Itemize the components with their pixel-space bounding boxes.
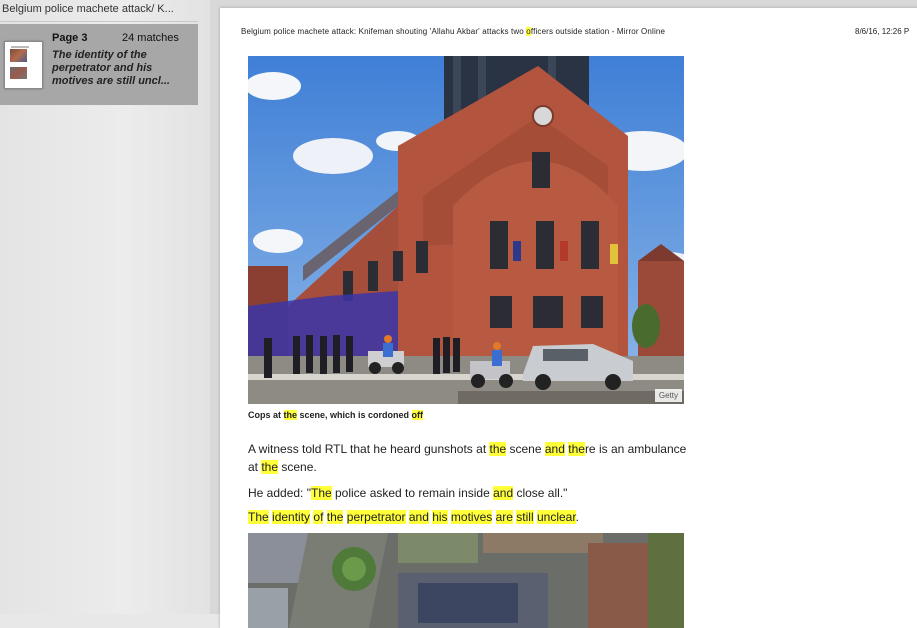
search-highlight: still <box>516 510 534 524</box>
divider <box>0 21 198 22</box>
search-sidebar: Belgium police machete attack/ K... Page… <box>0 0 211 614</box>
page-header-date: 8/6/16, 12:26 P <box>855 27 910 36</box>
page-thumbnail[interactable] <box>4 41 43 89</box>
document-page: Belgium police machete attack: Knifeman … <box>220 8 917 628</box>
header-text: Belgium police machete attack: Knifeman … <box>241 27 527 36</box>
photo-caption: Cops at the scene, which is cordoned off <box>248 410 424 420</box>
search-highlight: off <box>411 410 424 420</box>
document-viewer[interactable]: Belgium police machete attack: Knifeman … <box>210 0 917 628</box>
thumbnail-image <box>10 49 27 62</box>
caption-text: scene, which is cordoned <box>297 410 412 420</box>
result-match-count: 24 matches <box>122 32 179 44</box>
search-highlight: The <box>248 510 269 524</box>
search-result-item[interactable]: Page 3 24 matches The identity of the pe… <box>0 24 198 105</box>
search-highlight: identity <box>272 510 311 524</box>
search-highlight: The <box>310 486 332 500</box>
paragraph-text: scene. <box>278 460 317 474</box>
article-paragraph: He added: "The police asked to remain in… <box>248 484 688 502</box>
result-page-label: Page 3 <box>52 32 88 44</box>
search-highlight: his <box>432 510 448 524</box>
paragraph-text: A witness told RTL that he heard gunshot… <box>248 442 490 456</box>
search-highlight: the <box>283 410 298 420</box>
paragraph-text: . <box>575 510 580 524</box>
search-highlight: and <box>408 510 429 524</box>
header-text: fficers outside station - Mirror Online <box>530 27 666 36</box>
article-paragraph: A witness told RTL that he heard gunshot… <box>248 440 688 476</box>
search-highlight: and <box>493 486 514 500</box>
search-highlight: and <box>544 442 565 456</box>
paragraph-text: scene <box>506 442 545 456</box>
article-photo: Getty <box>248 56 684 404</box>
search-highlight: motives <box>450 510 493 524</box>
search-highlight: are <box>495 510 513 524</box>
search-highlight: of <box>313 510 324 524</box>
paragraph-text: He added: " <box>248 486 311 500</box>
paragraph-text: close all." <box>513 486 568 500</box>
caption-text: Cops at <box>248 410 284 420</box>
thumbnail-text-line <box>11 46 29 48</box>
article-paragraph: The identity of the perpetrator and his … <box>248 508 688 526</box>
thumbnail-image <box>10 67 27 79</box>
search-highlight: the <box>568 442 585 456</box>
photo-credit: Getty <box>654 389 682 402</box>
search-highlight: the <box>261 460 279 474</box>
page-header-title: Belgium police machete attack: Knifeman … <box>241 27 665 36</box>
search-highlight: unclear <box>536 510 576 524</box>
result-snippet: The identity of the perpetrator and his … <box>52 49 170 87</box>
search-highlight: perpetrator <box>346 510 406 524</box>
police-station-image <box>248 56 684 404</box>
search-highlight: the <box>326 510 344 524</box>
search-highlight: the <box>489 442 507 456</box>
sidebar-document-title: Belgium police machete attack/ K... <box>2 3 174 15</box>
paragraph-text: police asked to remain inside <box>331 486 494 500</box>
